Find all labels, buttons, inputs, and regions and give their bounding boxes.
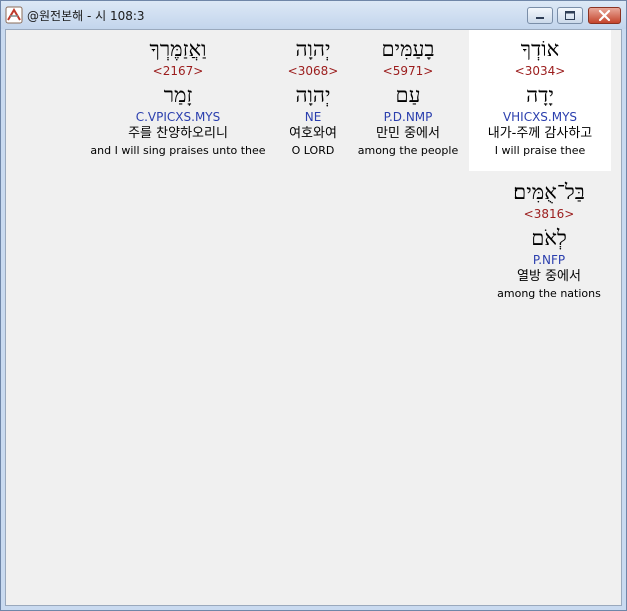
- english-gloss: I will praise thee: [494, 144, 586, 157]
- strong-number[interactable]: <3816>: [476, 206, 621, 222]
- korean-gloss: 주를 찬양하오리니: [128, 126, 228, 141]
- morphology-code[interactable]: C.VPICXS.MYS: [84, 109, 272, 125]
- close-icon: [598, 9, 611, 22]
- morphology-code[interactable]: VHICXS.MYS: [469, 109, 611, 125]
- maximize-button[interactable]: [557, 7, 583, 24]
- hebrew-word: וַאֲזַמֶּרְךָ: [149, 37, 207, 61]
- strong-number[interactable]: <3068>: [276, 63, 350, 79]
- korean-gloss: 내가-주께 감사하고: [487, 126, 593, 141]
- strong-number[interactable]: <5971>: [354, 63, 462, 79]
- minimize-icon: [536, 17, 544, 19]
- hebrew-word: בַּל־אֻמִּים׃: [513, 180, 585, 204]
- minimize-button[interactable]: [527, 7, 553, 24]
- lemma-word: זָמַר: [163, 83, 193, 107]
- strong-number[interactable]: <3034>: [469, 63, 611, 79]
- maximize-icon: [565, 11, 575, 20]
- english-gloss: among the people: [357, 144, 459, 157]
- word-block-5[interactable]: בַּל־אֻמִּים׃ <3816> לְאֹם P.NFP 열방 중에서 …: [476, 173, 621, 314]
- english-gloss: O LORD: [291, 144, 335, 157]
- hebrew-word: בָעַמִּים: [381, 37, 435, 61]
- word-block-2[interactable]: בָעַמִּים <5971> עַם P.D.NMP 만민 중에서 amon…: [354, 30, 462, 171]
- hebrew-word: אוֹדְךָ: [520, 37, 560, 61]
- lemma-word: יְהוָה: [295, 83, 331, 107]
- morphology-code[interactable]: NE: [276, 109, 350, 125]
- word-block-1[interactable]: אוֹדְךָ <3034> יָדָה VHICXS.MYS 내가-주께 감사…: [469, 30, 611, 171]
- lemma-word: יָדָה: [526, 83, 554, 107]
- window-title: @원전본해 - 시 108:3: [27, 9, 145, 23]
- app-window: @원전본해 - 시 108:3 אוֹדְךָ <3034> יָדָה VHI…: [0, 0, 627, 611]
- morphology-code[interactable]: P.D.NMP: [354, 109, 462, 125]
- korean-gloss: 여호와여: [289, 126, 337, 141]
- lemma-word: לְאֹם: [531, 226, 567, 250]
- word-block-4[interactable]: וַאֲזַמֶּרְךָ <2167> זָמַר C.VPICXS.MYS …: [84, 30, 272, 171]
- strong-number[interactable]: <2167>: [84, 63, 272, 79]
- morphology-code[interactable]: P.NFP: [476, 252, 621, 268]
- close-button[interactable]: [588, 7, 621, 24]
- interlinear-view[interactable]: אוֹדְךָ <3034> יָדָה VHICXS.MYS 내가-주께 감사…: [5, 29, 622, 606]
- korean-gloss: 열방 중에서: [517, 269, 581, 284]
- english-gloss: among the nations: [497, 287, 601, 300]
- english-gloss: and I will sing praises unto thee: [90, 144, 266, 157]
- app-icon: [5, 6, 23, 24]
- korean-gloss: 만민 중에서: [376, 126, 440, 141]
- lemma-word: עַם: [395, 83, 421, 107]
- word-block-3[interactable]: יְהוָה <3068> יְהוָה NE 여호와여 O LORD: [276, 30, 350, 171]
- hebrew-word: יְהוָה: [295, 37, 331, 61]
- title-bar[interactable]: @원전본해 - 시 108:3: [1, 1, 626, 29]
